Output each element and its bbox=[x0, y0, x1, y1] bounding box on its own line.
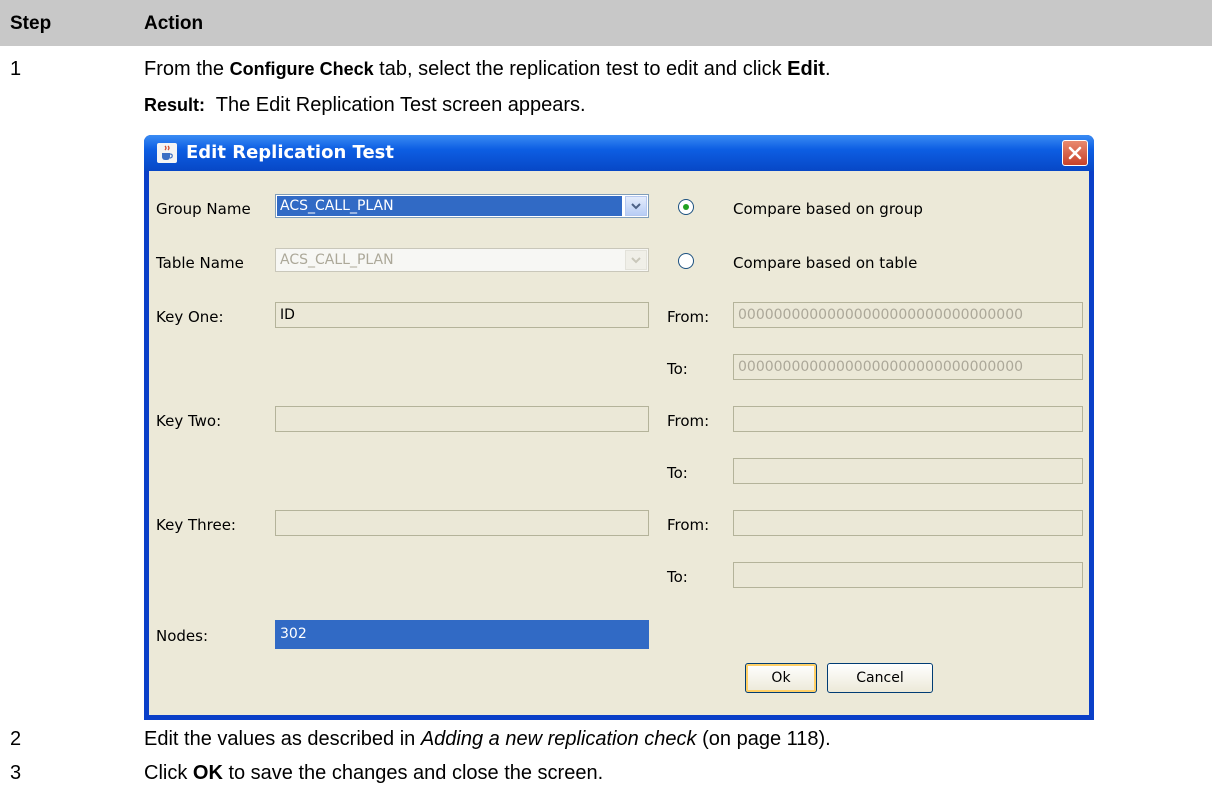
chevron-down-icon bbox=[625, 250, 647, 270]
key-one-to-label: To: bbox=[667, 360, 688, 378]
step-3-number: 3 bbox=[10, 762, 22, 784]
table-name-label: Table Name bbox=[156, 254, 244, 272]
key-three-field[interactable] bbox=[275, 510, 649, 536]
edit-button-name: Edit bbox=[787, 58, 825, 80]
group-name-combo[interactable]: ACS_CALL_PLAN bbox=[275, 194, 649, 218]
table-name-combo[interactable]: ACS_CALL_PLAN bbox=[275, 248, 649, 272]
configure-check-tab-name: Configure Check bbox=[229, 59, 374, 79]
step-1-text-a: From the bbox=[144, 58, 230, 80]
radio-compare-group-label: Compare based on group bbox=[733, 200, 923, 218]
step-2-text-c: (on page 118). bbox=[696, 728, 831, 750]
radio-compare-table[interactable] bbox=[678, 253, 694, 269]
step-1-text: From the Configure Check tab, select the… bbox=[144, 58, 831, 81]
step-2-text-a: Edit the values as described in bbox=[144, 728, 421, 750]
close-icon bbox=[1068, 146, 1082, 160]
key-one-to-field[interactable]: 00000000000000000000000000000000 bbox=[733, 354, 1083, 380]
result-text: The Edit Replication Test screen appears… bbox=[205, 94, 586, 116]
step-1-number: 1 bbox=[10, 58, 22, 80]
java-cup-icon bbox=[157, 143, 177, 163]
key-two-from-label: From: bbox=[667, 412, 710, 430]
result-label: Result: bbox=[144, 95, 206, 115]
key-three-to-label: To: bbox=[667, 568, 688, 586]
group-name-value: ACS_CALL_PLAN bbox=[277, 196, 622, 216]
key-three-label: Key Three: bbox=[156, 516, 236, 534]
radio-compare-table-label: Compare based on table bbox=[733, 254, 918, 272]
key-two-to-field[interactable] bbox=[733, 458, 1083, 484]
step-1-text-c: tab, select the replication test to edit… bbox=[373, 58, 788, 80]
key-two-to-label: To: bbox=[667, 464, 688, 482]
step-2-number: 2 bbox=[10, 728, 22, 750]
key-three-to-field[interactable] bbox=[733, 562, 1083, 588]
header-step: Step bbox=[10, 13, 52, 34]
key-two-label: Key Two: bbox=[156, 412, 222, 430]
close-button[interactable] bbox=[1062, 140, 1088, 166]
key-one-from-label: From: bbox=[667, 308, 710, 326]
key-three-from-label: From: bbox=[667, 516, 710, 534]
radio-compare-group[interactable] bbox=[678, 199, 694, 215]
step-3-text: Click OK to save the changes and close t… bbox=[144, 762, 603, 785]
ok-button[interactable]: Ok bbox=[745, 663, 817, 693]
header-action: Action bbox=[144, 13, 204, 34]
nodes-list-selected-item[interactable]: 302 bbox=[275, 620, 649, 649]
step-3-text-c: to save the changes and close the screen… bbox=[222, 762, 604, 784]
ok-button-name: OK bbox=[192, 762, 223, 784]
dialog-titlebar: Edit Replication Test bbox=[144, 135, 1094, 171]
table-name-value: ACS_CALL_PLAN bbox=[280, 252, 394, 268]
key-two-field[interactable] bbox=[275, 406, 649, 432]
edit-replication-test-dialog: Edit Replication Test Group Name ACS_CAL… bbox=[144, 135, 1094, 720]
cancel-button[interactable]: Cancel bbox=[827, 663, 933, 693]
group-name-label: Group Name bbox=[156, 200, 251, 218]
step-1-text-e: . bbox=[824, 58, 831, 80]
key-one-label: Key One: bbox=[156, 308, 224, 326]
table-header: Step Action bbox=[0, 0, 1212, 46]
key-one-from-field[interactable]: 00000000000000000000000000000000 bbox=[733, 302, 1083, 328]
chevron-down-icon[interactable] bbox=[625, 196, 647, 216]
key-one-field[interactable]: ID bbox=[275, 302, 649, 328]
key-two-from-field[interactable] bbox=[733, 406, 1083, 432]
step-2-text: Edit the values as described in Adding a… bbox=[144, 728, 831, 751]
step-1-result: Result: The Edit Replication Test screen… bbox=[144, 94, 586, 117]
key-three-from-field[interactable] bbox=[733, 510, 1083, 536]
dialog-body: Group Name ACS_CALL_PLAN Compare based o… bbox=[149, 171, 1089, 715]
dialog-title: Edit Replication Test bbox=[186, 142, 394, 163]
cross-reference-link[interactable]: Adding a new replication check bbox=[421, 728, 697, 750]
nodes-label: Nodes: bbox=[156, 627, 209, 645]
step-3-text-a: Click bbox=[144, 762, 193, 784]
radio-selected-dot bbox=[683, 204, 689, 210]
